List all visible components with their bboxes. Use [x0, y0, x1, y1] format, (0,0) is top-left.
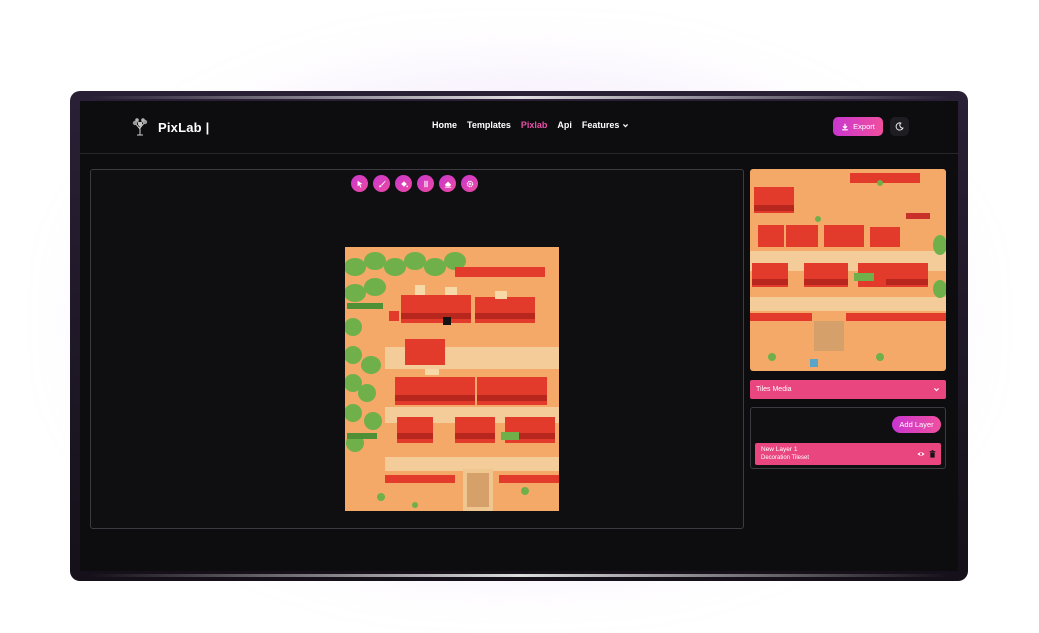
- chevron-down-icon: [623, 123, 629, 127]
- trash-icon[interactable]: [929, 450, 936, 458]
- settings-tool[interactable]: [461, 175, 478, 192]
- moon-icon: [895, 122, 904, 131]
- tiles-media-select[interactable]: Tiles Media: [750, 380, 946, 399]
- pointer-tool[interactable]: [351, 175, 368, 192]
- tiles-select-value: Tiles Media: [756, 386, 792, 393]
- layer-item[interactable]: New Layer 1 Decoration Tileset: [755, 443, 941, 465]
- tree-logo-icon: [132, 118, 148, 136]
- column-tool[interactable]: [417, 175, 434, 192]
- nav-links: Home Templates Pixlab Api Features: [432, 120, 629, 130]
- theme-toggle-button[interactable]: [890, 117, 909, 136]
- nav-home[interactable]: Home: [432, 120, 457, 130]
- layer-name: New Layer 1: [761, 446, 798, 453]
- logo[interactable]: PixLab |: [130, 117, 209, 137]
- canvas-panel[interactable]: [90, 169, 744, 529]
- tool-bar: [351, 175, 478, 192]
- export-button[interactable]: Export: [833, 117, 883, 136]
- layers-panel: Add Layer New Layer 1 Decoration Tileset: [750, 407, 946, 469]
- settings-icon: [466, 180, 473, 187]
- chevron-down-icon: [934, 388, 939, 392]
- navbar: PixLab | Home Templates Pixlab Api Featu…: [80, 101, 958, 154]
- nav-features[interactable]: Features: [582, 120, 630, 130]
- app-name: PixLab |: [158, 119, 210, 135]
- eraser-tool[interactable]: [439, 175, 456, 192]
- fill-bucket-icon: [400, 180, 408, 187]
- map-preview[interactable]: [750, 169, 946, 371]
- app-screen: PixLab | Home Templates Pixlab Api Featu…: [80, 101, 958, 571]
- column-icon: [423, 180, 428, 187]
- brush-icon: [378, 180, 386, 187]
- fill-tool[interactable]: [395, 175, 412, 192]
- layer-actions: [917, 450, 936, 458]
- nav-pixlab[interactable]: Pixlab: [521, 120, 548, 130]
- layer-tileset: Decoration Tileset: [761, 455, 810, 461]
- export-label: Export: [853, 122, 875, 131]
- eraser-icon: [444, 181, 451, 188]
- frame-highlight-bottom: [90, 574, 950, 577]
- nav-templates[interactable]: Templates: [467, 120, 511, 130]
- brush-tool[interactable]: [373, 175, 390, 192]
- download-icon: [842, 123, 848, 130]
- tilemap-canvas[interactable]: [345, 247, 559, 511]
- nav-features-label: Features: [581, 120, 620, 130]
- nav-api[interactable]: Api: [557, 120, 572, 130]
- pointer-icon: [357, 180, 362, 188]
- frame-highlight-top: [90, 96, 950, 99]
- add-layer-button[interactable]: Add Layer: [892, 416, 941, 433]
- eye-icon[interactable]: [917, 450, 925, 458]
